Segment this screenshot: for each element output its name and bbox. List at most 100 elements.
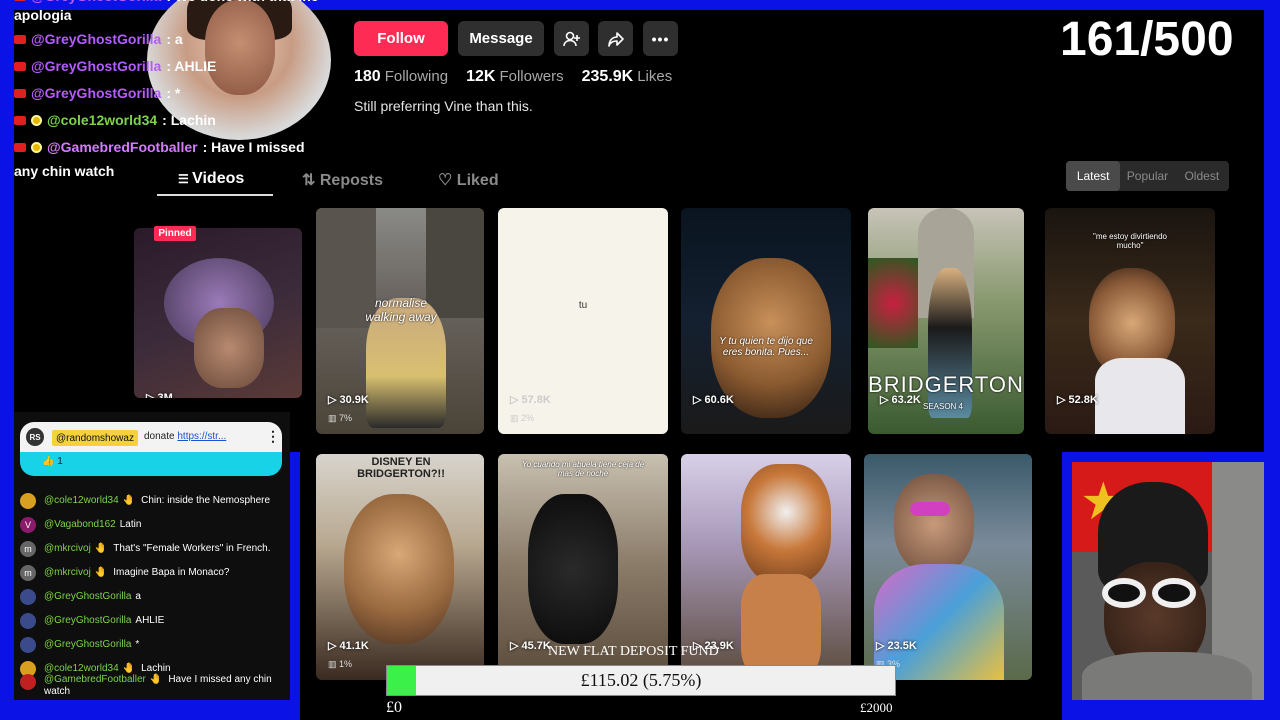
youtube-icon <box>14 62 26 71</box>
thumbs-up-icon: 👍 <box>42 456 55 467</box>
donor-avatar: RS <box>26 428 44 446</box>
chat-username[interactable]: @cole12world34 <box>44 663 119 674</box>
video-thumbnail[interactable]: ▷ 23.5K ▥ 3% <box>864 454 1032 680</box>
stream-frame: Follow Message ••• 180 Following 12K Follo… <box>0 0 1280 720</box>
follow-button[interactable]: Follow <box>354 21 448 56</box>
likes-stat: 235.9K Likes <box>581 68 673 85</box>
youtube-icon <box>14 89 26 98</box>
engagement-rate: ▥ 1% <box>328 659 353 669</box>
view-count: ▷ 60.6K <box>693 394 734 406</box>
view-count: ▷ 23.5K <box>876 640 917 652</box>
chat-text: Chin: inside the Nemosphere <box>141 495 271 506</box>
live-chat-panel: RS @randomshowaz donate https://str... ⋮… <box>14 412 290 700</box>
following-stat[interactable]: 180 Following <box>354 68 448 86</box>
more-button[interactable]: ••• <box>643 21 678 56</box>
chat-message: V @Vagabond162 Latin <box>20 514 286 536</box>
fund-progress-bar: £115.02 (5.75%) <box>386 665 896 696</box>
like-count[interactable]: 👍 1 <box>42 456 63 467</box>
chat-username[interactable]: @GreyGhostGorilla <box>44 639 131 650</box>
chat-username[interactable]: @Vagabond162 <box>44 519 116 530</box>
share-button[interactable] <box>598 21 633 56</box>
chat-line: @GreyGhostGorilla: AHLIE <box>14 53 334 80</box>
chat-message: @GreyGhostGorilla * <box>20 634 286 656</box>
profile-stats: 180 Following 12K Followers 235.9K Likes <box>354 68 672 86</box>
sort-toggle: Latest Popular Oldest <box>1066 161 1229 191</box>
youtube-icon <box>14 0 26 1</box>
view-count: ▷ 41.1K <box>328 640 369 652</box>
chat-message: @GamebredFootballer 🤚 Have I missed any ch… <box>20 674 286 700</box>
fund-max: £2000 <box>860 700 893 715</box>
chat-avatar: m <box>20 565 36 581</box>
chat-username[interactable]: @mkrcivoj <box>44 567 91 578</box>
video-thumbnail[interactable]: "me estoy divirtiendo mucho" ▷ 52.8K <box>1045 208 1215 434</box>
member-badge-icon: 🤚 <box>122 495 136 506</box>
chat-username[interactable]: @GreyGhostGorilla <box>44 615 131 626</box>
overlay-chat: @GreyGhostGorilla: We done with that ine… <box>14 0 334 181</box>
member-badge-icon: 🤚 <box>94 543 108 554</box>
video-caption: "me estoy divirtiendo mucho" <box>1093 232 1167 250</box>
chat-line: @cole12world34: Lachin <box>14 107 334 134</box>
sunglasses-right <box>1152 578 1196 608</box>
chat-avatar: m <box>20 541 36 557</box>
chat-avatar <box>20 637 36 653</box>
chat-avatar <box>20 674 36 690</box>
chat-avatar <box>20 589 36 605</box>
more-icon: ••• <box>651 30 670 47</box>
fund-title: NEW FLAT DEPOSIT FUND <box>548 644 719 659</box>
add-friend-button[interactable] <box>554 21 589 56</box>
video-caption: normalise walking away <box>365 296 437 324</box>
donation-link[interactable]: https://str... <box>177 431 226 442</box>
video-thumbnail[interactable]: ▷ 3M <box>134 228 302 398</box>
share-icon <box>607 31 624 47</box>
youtube-icon <box>14 35 26 44</box>
chat-message: @cole12world34 🤚 Chin: inside the Nemosphe… <box>20 490 286 512</box>
chat-username[interactable]: @GreyGhostGorilla <box>44 591 131 602</box>
chat-text: a <box>135 591 141 602</box>
chat-text: AHLIE <box>135 615 165 626</box>
chat-message: m @mkrcivoj 🤚 That's "Female Workers" in Fr… <box>20 538 286 560</box>
view-count: ▷ 52.8K <box>1057 394 1098 406</box>
chat-text: Lachin <box>141 663 171 674</box>
heart-outline-icon: ♡ <box>438 172 457 189</box>
donor-name: @randomshowaz <box>52 430 138 446</box>
chat-username[interactable]: @GamebredFootballer <box>44 674 146 685</box>
kebab-menu-icon[interactable]: ⋮ <box>266 428 280 445</box>
video-thumbnail[interactable]: normalise walking away ▷ 30.9K ▥ 7% <box>316 208 484 434</box>
member-badge-icon: 🤚 <box>149 674 163 685</box>
chat-text: * <box>135 639 140 650</box>
message-button[interactable]: Message <box>458 21 544 56</box>
chat-avatar <box>20 613 36 629</box>
video-thumbnail[interactable]: Y tu quien te dijo que eres bonita. Pues… <box>681 208 851 434</box>
chat-line: any chin watch <box>14 162 115 179</box>
view-count: ▷ 30.9K <box>328 394 369 406</box>
followers-stat[interactable]: 12K Followers <box>466 68 564 86</box>
engagement-rate: ▥ 2% <box>510 413 535 423</box>
sort-latest[interactable]: Latest <box>1066 161 1121 191</box>
view-count: ▷ 57.8K <box>510 394 551 406</box>
video-caption: Yo cuando mi abuela tiene ceja de mas de… <box>521 460 645 478</box>
webcam-feed: ★ <box>1072 462 1264 700</box>
chat-line: apologia <box>14 6 72 23</box>
sort-oldest[interactable]: Oldest <box>1175 161 1229 191</box>
pinned-badge: Pinned <box>154 226 196 241</box>
video-caption: Y tu quien te dijo que eres bonita. Pues… <box>719 336 813 358</box>
view-count: ▷ 45.7K <box>510 640 551 652</box>
add-person-icon <box>562 31 580 46</box>
chat-message: @GreyGhostGorilla AHLIE <box>20 610 286 632</box>
chat-username[interactable]: @mkrcivoj <box>44 543 91 554</box>
fund-amount: £115.02 (5.75%) <box>580 670 702 690</box>
fund-min: £0 <box>386 699 402 716</box>
video-thumbnail[interactable]: tu ▷ 57.8K ▥ 2% <box>498 208 668 434</box>
video-thumbnail[interactable]: DISNEY EN BRIDGERTON?!! ▷ 41.1K ▥ 1% <box>316 454 484 680</box>
chat-text: Imagine Bapa in Monaco? <box>113 567 230 578</box>
active-tab-indicator <box>157 194 273 196</box>
sort-popular[interactable]: Popular <box>1120 161 1174 191</box>
tab-liked[interactable]: ♡ Liked <box>438 170 499 190</box>
donation-message: donate https://str... <box>144 431 227 442</box>
youtube-icon <box>14 116 26 125</box>
chat-username[interactable]: @cole12world34 <box>44 495 119 506</box>
member-badge-icon: 🤚 <box>94 567 108 578</box>
video-thumbnail[interactable]: BRIDGERTON SEASON 4 ▷ 63.2K <box>868 208 1024 434</box>
chat-avatar <box>20 493 36 509</box>
view-count: ▷ 63.2K <box>880 394 921 406</box>
